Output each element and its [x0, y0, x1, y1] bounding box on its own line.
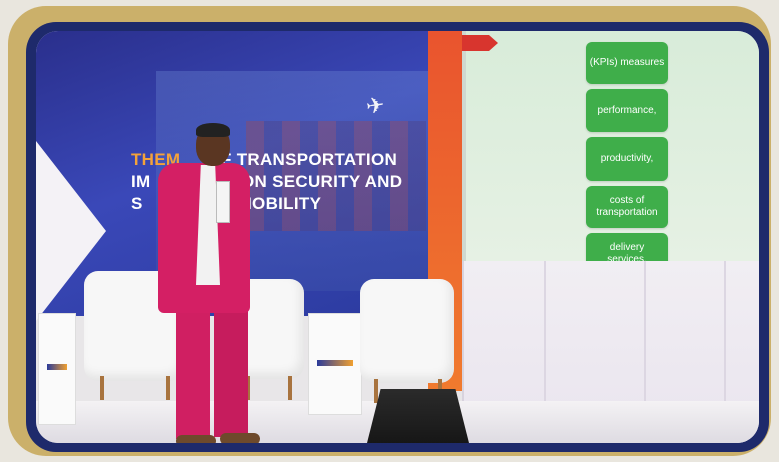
theme-line-2b: ON SECURITY AND [241, 172, 403, 191]
decorative-gold-frame: ✈ THEM F TRANSPORTATION IM ON SECURITY A… [8, 6, 771, 456]
theme-line-4a: S [131, 194, 143, 213]
theme-line-1b: F TRANSPORTATION [221, 150, 398, 169]
speaker-badge [216, 181, 230, 223]
kpi-box: performance, [586, 89, 668, 132]
conference-photo: ✈ THEM F TRANSPORTATION IM ON SECURITY A… [36, 31, 759, 443]
armchair-right [360, 279, 454, 383]
projection-screen: (KPIs) measures performance, productivit… [462, 31, 759, 275]
kpi-box: costs of transportation [586, 186, 668, 228]
lectern-stripe [317, 360, 353, 366]
speaker-trousers-left [176, 309, 210, 439]
lectern-stripe [47, 364, 67, 370]
left-lectern [38, 313, 76, 425]
kpi-box: productivity, [586, 137, 668, 181]
chair-leg [166, 376, 170, 400]
speaker-trousers-right [214, 309, 248, 437]
center-lectern [308, 313, 362, 415]
theme-line-2a: IM [131, 172, 151, 191]
speaker-shoe-left [176, 435, 216, 443]
kpi-list: (KPIs) measures performance, productivit… [586, 42, 668, 275]
speaker-shoe-right [220, 433, 260, 443]
airplane-icon: ✈ [364, 91, 387, 120]
chair-leg [100, 376, 104, 400]
decorative-navy-frame: ✈ THEM F TRANSPORTATION IM ON SECURITY A… [26, 22, 769, 452]
speaker-hair [196, 123, 230, 137]
chair-leg [288, 376, 292, 400]
stage-monitor-speaker [366, 389, 470, 443]
chair-leg [374, 379, 378, 403]
kpi-box: (KPIs) measures [586, 42, 668, 84]
